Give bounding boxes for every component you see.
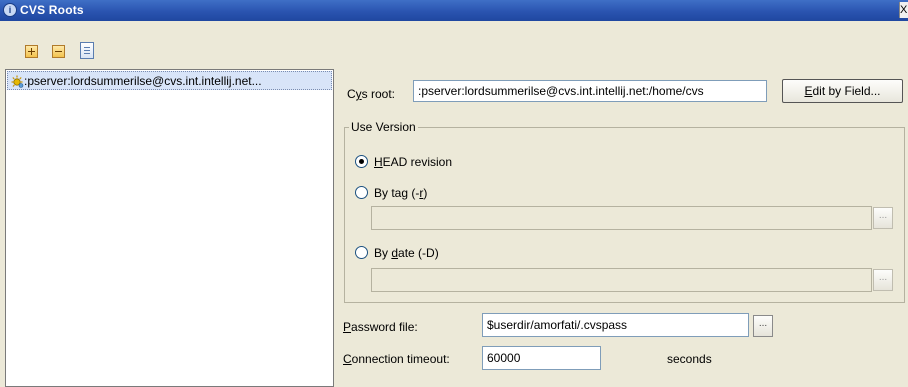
list-item[interactable]: :pserver:lordsummerilse@cvs.int.intellij… [7, 71, 332, 90]
seconds-label: seconds [667, 352, 712, 366]
head-revision-label: HEAD revision [374, 155, 453, 169]
copy-icon[interactable] [80, 42, 94, 59]
edit-by-field-button[interactable]: Edit by Field... [782, 79, 903, 103]
date-browse-button[interactable]: ... [873, 269, 893, 291]
tag-field[interactable] [371, 206, 872, 230]
date-field[interactable] [371, 268, 872, 292]
password-file-field[interactable]: $userdir/amorfati/.cvspass [482, 313, 749, 337]
password-file-browse-button[interactable]: ... [753, 315, 773, 337]
by-tag-radio[interactable] [355, 186, 368, 199]
cvs-root-field[interactable]: :pserver:lordsummerilse@cvs.int.intellij… [413, 80, 767, 102]
connection-timeout-field[interactable]: 60000 [482, 346, 601, 370]
connection-timeout-label: Connection timeout: [343, 352, 450, 366]
cvs-roots-list[interactable]: :pserver:lordsummerilse@cvs.int.intellij… [5, 69, 334, 387]
password-file-label: Password file: [343, 320, 418, 334]
by-date-label: By date (-D) [374, 246, 439, 260]
app-icon: i [3, 3, 17, 17]
cvs-root-icon [11, 75, 24, 88]
cvs-root-label: Cys root: [347, 87, 396, 101]
use-version-legend: Use Version [349, 120, 418, 134]
head-revision-radio[interactable] [355, 155, 368, 168]
close-button[interactable]: X [899, 2, 908, 18]
title-bar: i CVS Roots X [0, 0, 908, 21]
list-item-label: :pserver:lordsummerilse@cvs.int.intellij… [24, 74, 262, 88]
by-tag-label: By tag (-r) [374, 186, 428, 200]
plus-icon[interactable] [25, 45, 38, 58]
window-title: CVS Roots [20, 3, 84, 17]
minus-icon[interactable] [52, 45, 65, 58]
toolbar [0, 21, 908, 69]
by-date-radio[interactable] [355, 246, 368, 259]
tag-browse-button[interactable]: ... [873, 207, 893, 229]
